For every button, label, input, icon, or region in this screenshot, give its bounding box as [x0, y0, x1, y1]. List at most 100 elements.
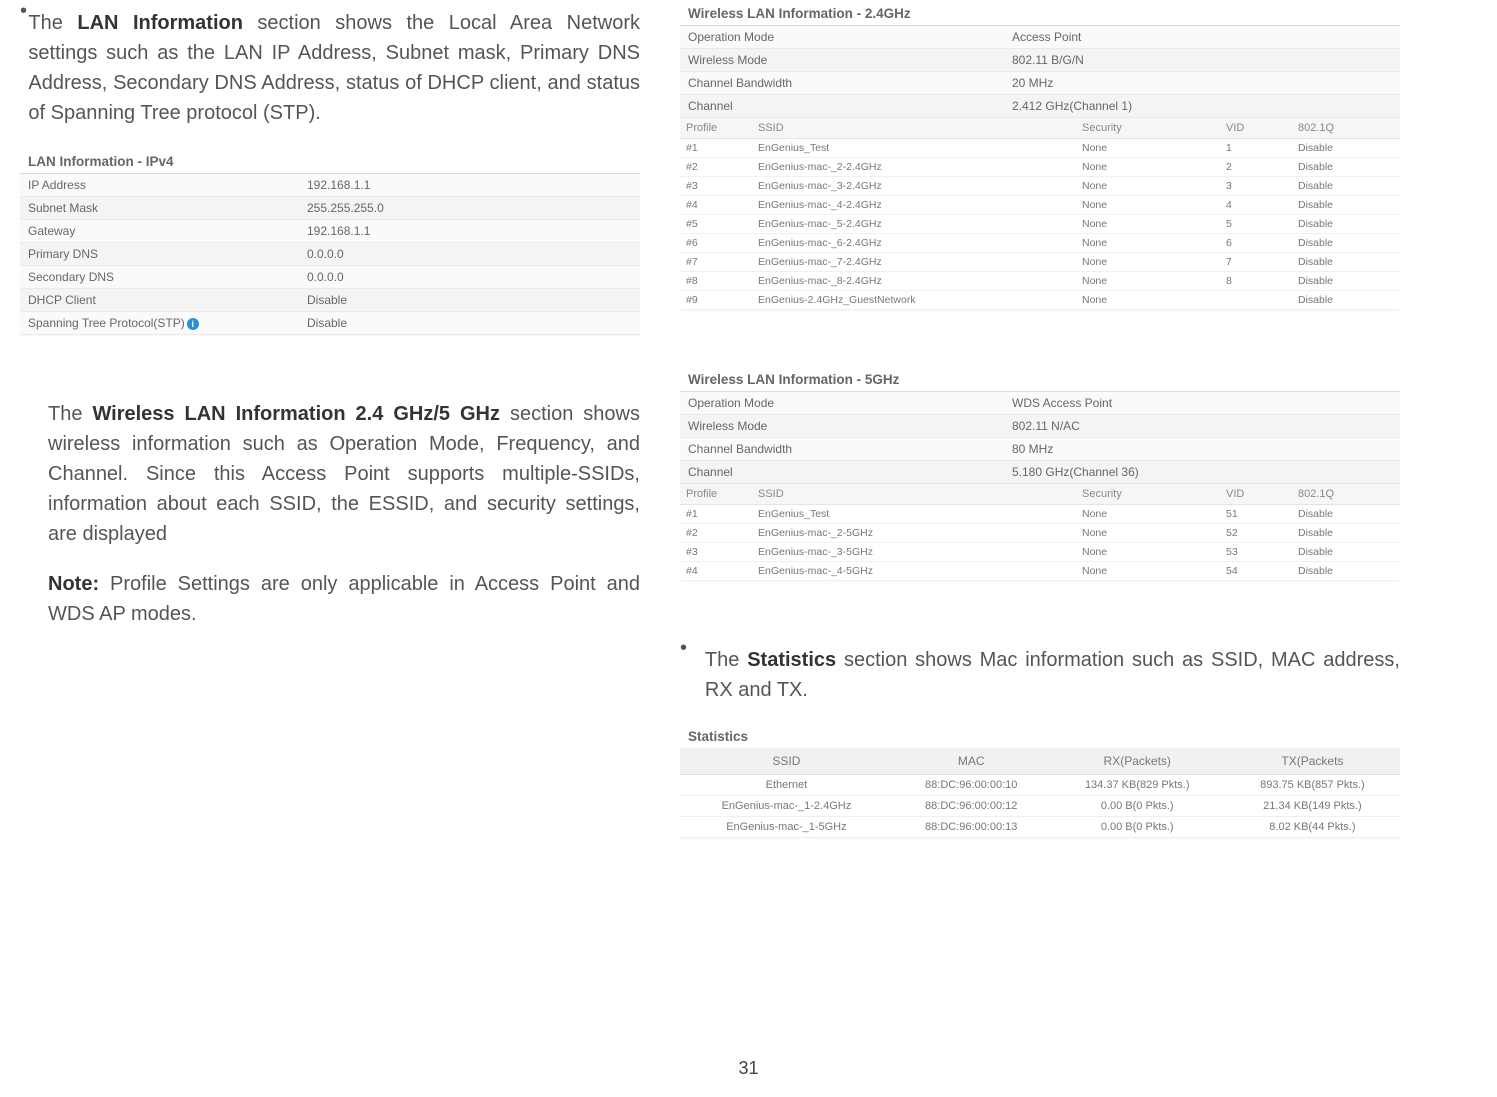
- info-value: 802.11 B/G/N: [1004, 49, 1400, 72]
- statistics-title: Statistics: [680, 725, 1400, 748]
- ssid-cell: 51: [1220, 505, 1292, 524]
- ssid-row: #2EnGenius-mac-_2-2.4GHzNone2Disable: [680, 158, 1400, 177]
- ssid-cell: Disable: [1292, 291, 1400, 310]
- stats-cell: 88:DC:96:00:00:10: [893, 775, 1050, 796]
- lan-row-label: DHCP Client: [20, 289, 299, 312]
- lan-row-value: 0.0.0.0: [299, 243, 640, 266]
- ssid-header: 802.1Q: [1292, 118, 1400, 139]
- ssid-cell: 4: [1220, 196, 1292, 215]
- wlan5-ssid-table: ProfileSSIDSecurityVID802.1Q#1EnGenius_T…: [680, 484, 1400, 581]
- ssid-cell: 6: [1220, 234, 1292, 253]
- ssid-cell: 54: [1220, 562, 1292, 581]
- ssid-cell: 5: [1220, 215, 1292, 234]
- ssid-cell: EnGenius-mac-_7-2.4GHz: [752, 253, 1076, 272]
- ssid-header: SSID: [752, 484, 1076, 505]
- ssid-cell: None: [1076, 505, 1220, 524]
- stats-header: RX(Packets): [1050, 748, 1225, 775]
- ssid-cell: #4: [680, 562, 752, 581]
- ssid-cell: Disable: [1292, 505, 1400, 524]
- ssid-cell: 52: [1220, 524, 1292, 543]
- ssid-row: #4EnGenius-mac-_4-2.4GHzNone4Disable: [680, 196, 1400, 215]
- ssid-cell: None: [1076, 562, 1220, 581]
- ssid-cell: EnGenius-mac-_2-2.4GHz: [752, 158, 1076, 177]
- ssid-row: #4EnGenius-mac-_4-5GHzNone54Disable: [680, 562, 1400, 581]
- lan-info-panel: LAN Information - IPv4 IP Address192.168…: [20, 148, 640, 335]
- ssid-cell: 7: [1220, 253, 1292, 272]
- ssid-row: #2EnGenius-mac-_2-5GHzNone52Disable: [680, 524, 1400, 543]
- stats-cell: 88:DC:96:00:00:12: [893, 796, 1050, 817]
- wlan24-ssid-table: ProfileSSIDSecurityVID802.1Q#1EnGenius_T…: [680, 118, 1400, 310]
- ssid-header: VID: [1220, 118, 1292, 139]
- stats-header: SSID: [680, 748, 893, 775]
- wlan24-info-table: Operation ModeAccess PointWireless Mode8…: [680, 26, 1400, 118]
- ssid-cell: None: [1076, 291, 1220, 310]
- stats-cell: 0.00 B(0 Pkts.): [1050, 796, 1225, 817]
- lan-row-label: Gateway: [20, 220, 299, 243]
- ssid-cell: #9: [680, 291, 752, 310]
- info-icon[interactable]: i: [187, 318, 199, 330]
- stats-header: TX(Packets: [1225, 748, 1400, 775]
- lan-row-label: Spanning Tree Protocol(STP)i: [20, 312, 299, 335]
- ssid-cell: 3: [1220, 177, 1292, 196]
- ssid-cell: Disable: [1292, 524, 1400, 543]
- stats-cell: EnGenius-mac-_1-2.4GHz: [680, 796, 893, 817]
- ssid-cell: EnGenius-mac-_8-2.4GHz: [752, 272, 1076, 291]
- info-value: WDS Access Point: [1004, 392, 1400, 415]
- info-label: Channel Bandwidth: [680, 72, 1004, 95]
- stats-cell: 8.02 KB(44 Pkts.): [1225, 817, 1400, 838]
- ssid-cell: Disable: [1292, 139, 1400, 158]
- wlan5-info-table: Operation ModeWDS Access PointWireless M…: [680, 392, 1400, 484]
- ssid-cell: Disable: [1292, 253, 1400, 272]
- ssid-cell: #4: [680, 196, 752, 215]
- bullet-icon: •: [20, 0, 28, 148]
- stats-row: EnGenius-mac-_1-2.4GHz88:DC:96:00:00:120…: [680, 796, 1400, 817]
- ssid-cell: #6: [680, 234, 752, 253]
- ssid-cell: #8: [680, 272, 752, 291]
- lan-row-value: 255.255.255.0: [299, 197, 640, 220]
- lan-row-label: Primary DNS: [20, 243, 299, 266]
- stats-cell: 893.75 KB(857 Pkts.): [1225, 775, 1400, 796]
- ssid-row: #7EnGenius-mac-_7-2.4GHzNone7Disable: [680, 253, 1400, 272]
- ssid-cell: #7: [680, 253, 752, 272]
- ssid-cell: EnGenius-mac-_6-2.4GHz: [752, 234, 1076, 253]
- stats-row: Ethernet88:DC:96:00:00:10134.37 KB(829 P…: [680, 775, 1400, 796]
- ssid-row: #6EnGenius-mac-_6-2.4GHzNone6Disable: [680, 234, 1400, 253]
- ssid-cell: #3: [680, 543, 752, 562]
- stats-cell: 21.34 KB(149 Pkts.): [1225, 796, 1400, 817]
- ssid-cell: Disable: [1292, 158, 1400, 177]
- stats-row: EnGenius-mac-_1-5GHz88:DC:96:00:00:130.0…: [680, 817, 1400, 838]
- ssid-cell: Disable: [1292, 562, 1400, 581]
- info-label: Channel: [680, 95, 1004, 118]
- ssid-cell: None: [1076, 158, 1220, 177]
- ssid-cell: None: [1076, 177, 1220, 196]
- ssid-cell: #5: [680, 215, 752, 234]
- ssid-cell: Disable: [1292, 215, 1400, 234]
- lan-row-value: 192.168.1.1: [299, 174, 640, 197]
- lan-row-value: Disable: [299, 312, 640, 335]
- ssid-cell: EnGenius-mac-_4-5GHz: [752, 562, 1076, 581]
- ssid-row: #3EnGenius-mac-_3-5GHzNone53Disable: [680, 543, 1400, 562]
- ssid-row: #1EnGenius_TestNone51Disable: [680, 505, 1400, 524]
- info-label: Operation Mode: [680, 26, 1004, 49]
- lan-row-value: 0.0.0.0: [299, 266, 640, 289]
- ssid-row: #8EnGenius-mac-_8-2.4GHzNone8Disable: [680, 272, 1400, 291]
- ssid-cell: EnGenius_Test: [752, 139, 1076, 158]
- ssid-header: VID: [1220, 484, 1292, 505]
- ssid-cell: Disable: [1292, 543, 1400, 562]
- info-label: Operation Mode: [680, 392, 1004, 415]
- bullet-icon: •: [680, 637, 705, 725]
- note-paragraph: Note: Profile Settings are only applicab…: [48, 569, 640, 629]
- ssid-cell: EnGenius_Test: [752, 505, 1076, 524]
- ssid-cell: None: [1076, 234, 1220, 253]
- info-value: 5.180 GHz(Channel 36): [1004, 461, 1400, 484]
- wlan5-panel: Wireless LAN Information - 5GHz Operatio…: [680, 366, 1400, 581]
- ssid-cell: Disable: [1292, 196, 1400, 215]
- info-value: 20 MHz: [1004, 72, 1400, 95]
- ssid-row: #9EnGenius-2.4GHz_GuestNetworkNoneDisabl…: [680, 291, 1400, 310]
- stats-header: MAC: [893, 748, 1050, 775]
- page-number: 31: [0, 1058, 1497, 1079]
- ssid-header: Profile: [680, 484, 752, 505]
- stats-cell: EnGenius-mac-_1-5GHz: [680, 817, 893, 838]
- wlan5-title: Wireless LAN Information - 5GHz: [680, 366, 1400, 392]
- ssid-row: #3EnGenius-mac-_3-2.4GHzNone3Disable: [680, 177, 1400, 196]
